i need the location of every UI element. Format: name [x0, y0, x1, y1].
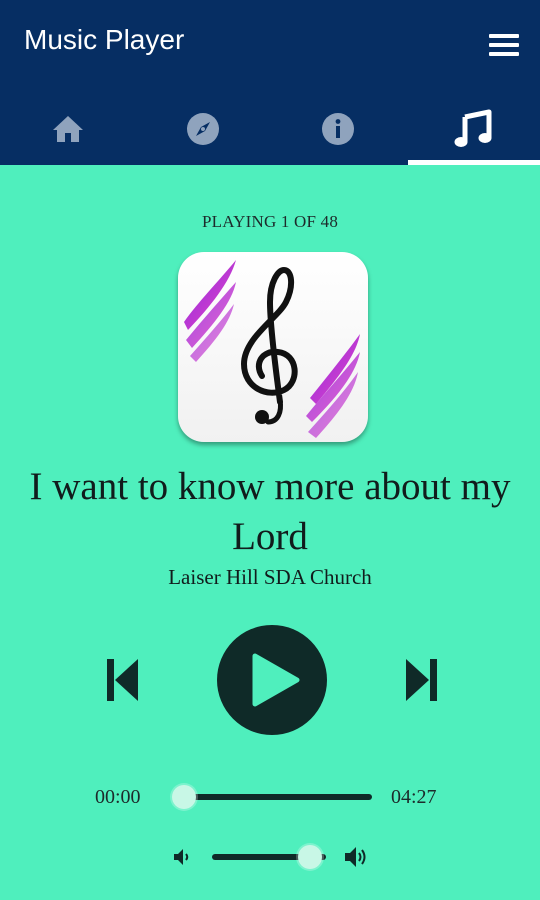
album-artwork [178, 252, 368, 442]
volume-low-icon[interactable] [173, 848, 191, 866]
play-button[interactable] [217, 625, 327, 735]
info-icon [321, 113, 354, 145]
next-track-button[interactable] [405, 657, 437, 703]
tab-bar [0, 96, 540, 165]
tab-music[interactable] [405, 96, 540, 162]
treble-clef-icon [184, 260, 360, 438]
hamburger-menu-icon[interactable] [486, 30, 522, 60]
home-icon [52, 116, 83, 142]
active-tab-indicator [408, 160, 540, 165]
song-title: I want to know more about my Lord [29, 465, 511, 558]
music-note-icon [454, 109, 491, 147]
duration: 04:27 [391, 786, 437, 808]
progress-thumb[interactable] [172, 785, 196, 809]
tab-home[interactable] [0, 96, 135, 162]
queue-status: PLAYING 1 OF 48 [201, 212, 339, 231]
artist-name: Laiser Hill SDA Church [168, 565, 372, 589]
app-bar: Music Player [0, 0, 540, 165]
volume-high-icon[interactable] [344, 846, 370, 868]
current-time: 00:00 [95, 786, 141, 808]
previous-track-button[interactable] [107, 657, 139, 703]
tab-info[interactable] [270, 96, 405, 162]
volume-thumb[interactable] [298, 845, 323, 869]
compass-icon [186, 113, 219, 145]
progress-bar[interactable] [184, 794, 372, 800]
tab-explore[interactable] [135, 96, 270, 162]
app-title: Music Player [24, 24, 185, 55]
